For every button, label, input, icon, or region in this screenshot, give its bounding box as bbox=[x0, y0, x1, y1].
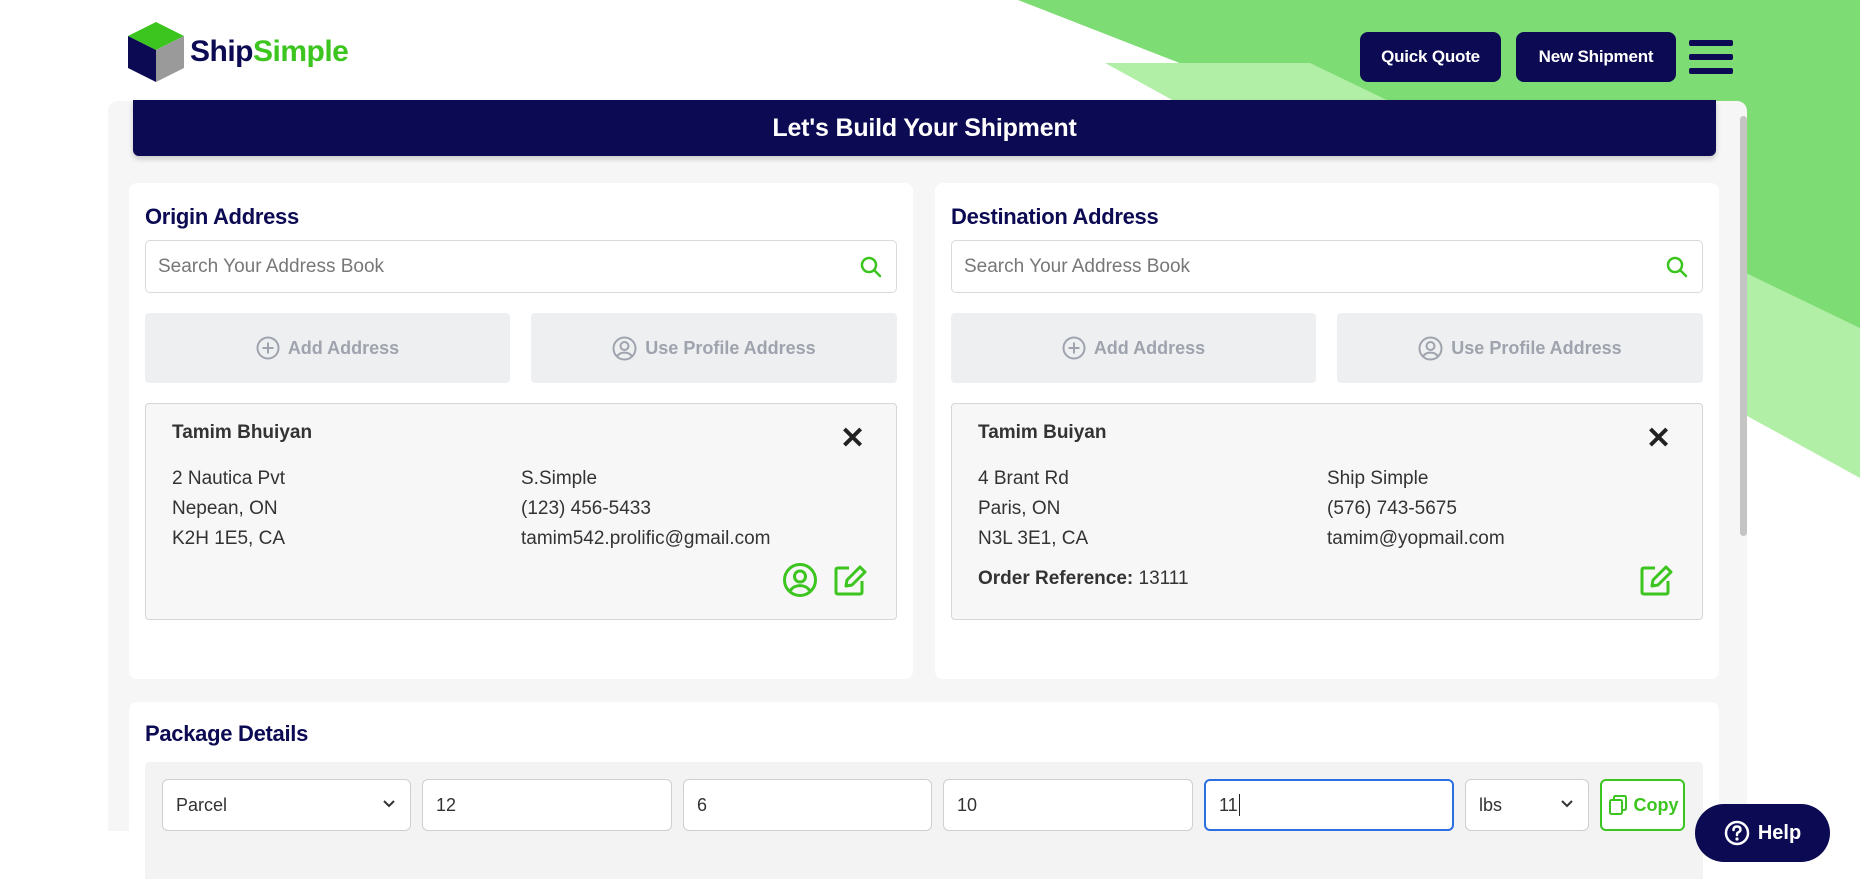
hamburger-menu-icon[interactable] bbox=[1689, 40, 1733, 74]
origin-city: Nepean, ON bbox=[172, 498, 278, 519]
logo-text: ShipSimple bbox=[190, 35, 349, 69]
origin-postal: K2H 1E5, CA bbox=[172, 528, 285, 549]
help-button[interactable]: Help bbox=[1695, 804, 1830, 862]
plus-circle-icon bbox=[256, 336, 280, 360]
weight-input[interactable]: 11 bbox=[1204, 779, 1454, 831]
destination-add-address-label: Add Address bbox=[1093, 337, 1206, 358]
destination-city: Paris, ON bbox=[978, 498, 1061, 519]
order-reference-label: Order Reference: bbox=[978, 568, 1134, 589]
new-shipment-button[interactable]: New Shipment bbox=[1516, 32, 1676, 82]
text-cursor bbox=[1238, 794, 1240, 816]
origin-remove-close-icon[interactable]: ✕ bbox=[840, 424, 865, 454]
copy-icon bbox=[1608, 795, 1627, 815]
order-reference: Order Reference: 13111 bbox=[978, 568, 1189, 590]
plus-circle-icon bbox=[1062, 336, 1086, 360]
search-icon[interactable] bbox=[860, 256, 882, 278]
destination-email: tamim@yopmail.com bbox=[1327, 528, 1505, 549]
destination-remove-close-icon[interactable]: ✕ bbox=[1646, 424, 1671, 454]
destination-use-profile-button[interactable]: Use Profile Address bbox=[1337, 313, 1703, 383]
origin-street: 2 Nautica Pvt bbox=[172, 468, 285, 489]
origin-company: S.Simple bbox=[521, 468, 598, 489]
origin-use-profile-label: Use Profile Address bbox=[645, 337, 816, 358]
logo-ship-text: Ship bbox=[190, 35, 254, 68]
width-input[interactable]: 6 bbox=[683, 779, 932, 831]
destination-address-card: Destination Address Search Your Address … bbox=[935, 183, 1719, 679]
package-type-select[interactable]: Parcel bbox=[162, 779, 411, 831]
origin-email: tamim542.prolific@gmail.com bbox=[521, 528, 771, 549]
origin-phone: (123) 456-5433 bbox=[521, 498, 651, 519]
chevron-down-icon bbox=[1561, 800, 1573, 808]
width-value: 6 bbox=[697, 794, 708, 815]
destination-search-input[interactable]: Search Your Address Book bbox=[951, 240, 1703, 293]
length-value: 12 bbox=[436, 794, 457, 815]
logo[interactable]: ShipSimple bbox=[126, 20, 349, 84]
package-type-value: Parcel bbox=[176, 794, 228, 815]
weight-unit-select[interactable]: lbs bbox=[1465, 779, 1589, 831]
origin-add-address-button[interactable]: Add Address bbox=[145, 313, 510, 383]
destination-address-title: Destination Address bbox=[951, 204, 1159, 229]
origin-use-profile-button[interactable]: Use Profile Address bbox=[531, 313, 897, 383]
order-reference-value: 13111 bbox=[1138, 568, 1189, 589]
destination-phone: (576) 743-5675 bbox=[1327, 498, 1457, 519]
destination-address-details: Tamim Buiyan ✕ 4 Brant Rd Paris, ON N3L … bbox=[951, 403, 1703, 620]
destination-search-placeholder: Search Your Address Book bbox=[964, 255, 1191, 277]
scrollbar[interactable] bbox=[1740, 116, 1747, 536]
chevron-down-icon bbox=[383, 800, 395, 808]
origin-add-address-label: Add Address bbox=[287, 337, 400, 358]
destination-street: 4 Brant Rd bbox=[978, 468, 1069, 489]
cube-logo-icon bbox=[128, 22, 184, 82]
weight-value: 11 bbox=[1219, 794, 1238, 815]
destination-add-address-button[interactable]: Add Address bbox=[951, 313, 1316, 383]
origin-profile-user-icon[interactable] bbox=[782, 562, 818, 598]
package-details-title: Package Details bbox=[145, 721, 309, 746]
origin-address-details: Tamim Bhuiyan ✕ 2 Nautica Pvt Nepean, ON… bbox=[145, 403, 897, 620]
destination-use-profile-label: Use Profile Address bbox=[1451, 337, 1622, 358]
page: ShipSimple Quick Quote New Shipment Let'… bbox=[0, 0, 1860, 879]
origin-contact-name: Tamim Bhuiyan bbox=[172, 422, 313, 443]
origin-search-input[interactable]: Search Your Address Book bbox=[145, 240, 897, 293]
height-value: 10 bbox=[957, 794, 978, 815]
origin-search-placeholder: Search Your Address Book bbox=[158, 255, 385, 277]
copy-label: Copy bbox=[1633, 794, 1679, 815]
search-icon[interactable] bbox=[1666, 256, 1688, 278]
height-input[interactable]: 10 bbox=[943, 779, 1193, 831]
page-title-banner: Let's Build Your Shipment bbox=[133, 100, 1716, 156]
quick-quote-button[interactable]: Quick Quote bbox=[1360, 32, 1501, 82]
copy-package-button[interactable]: Copy bbox=[1600, 779, 1685, 831]
length-input[interactable]: 12 bbox=[422, 779, 672, 831]
user-circle-icon bbox=[1418, 336, 1443, 360]
origin-address-card: Origin Address Search Your Address Book … bbox=[129, 183, 913, 679]
destination-postal: N3L 3E1, CA bbox=[978, 528, 1089, 549]
logo-simple-text: Simple bbox=[253, 35, 349, 68]
destination-contact-name: Tamim Buiyan bbox=[978, 422, 1107, 443]
weight-unit-value: lbs bbox=[1479, 794, 1503, 815]
origin-address-title: Origin Address bbox=[145, 204, 299, 229]
help-label: Help bbox=[1757, 821, 1802, 844]
destination-company: Ship Simple bbox=[1327, 468, 1429, 489]
question-circle-icon bbox=[1724, 820, 1750, 846]
origin-edit-icon[interactable] bbox=[832, 562, 868, 598]
user-circle-icon bbox=[612, 336, 637, 360]
destination-edit-icon[interactable] bbox=[1638, 562, 1674, 598]
